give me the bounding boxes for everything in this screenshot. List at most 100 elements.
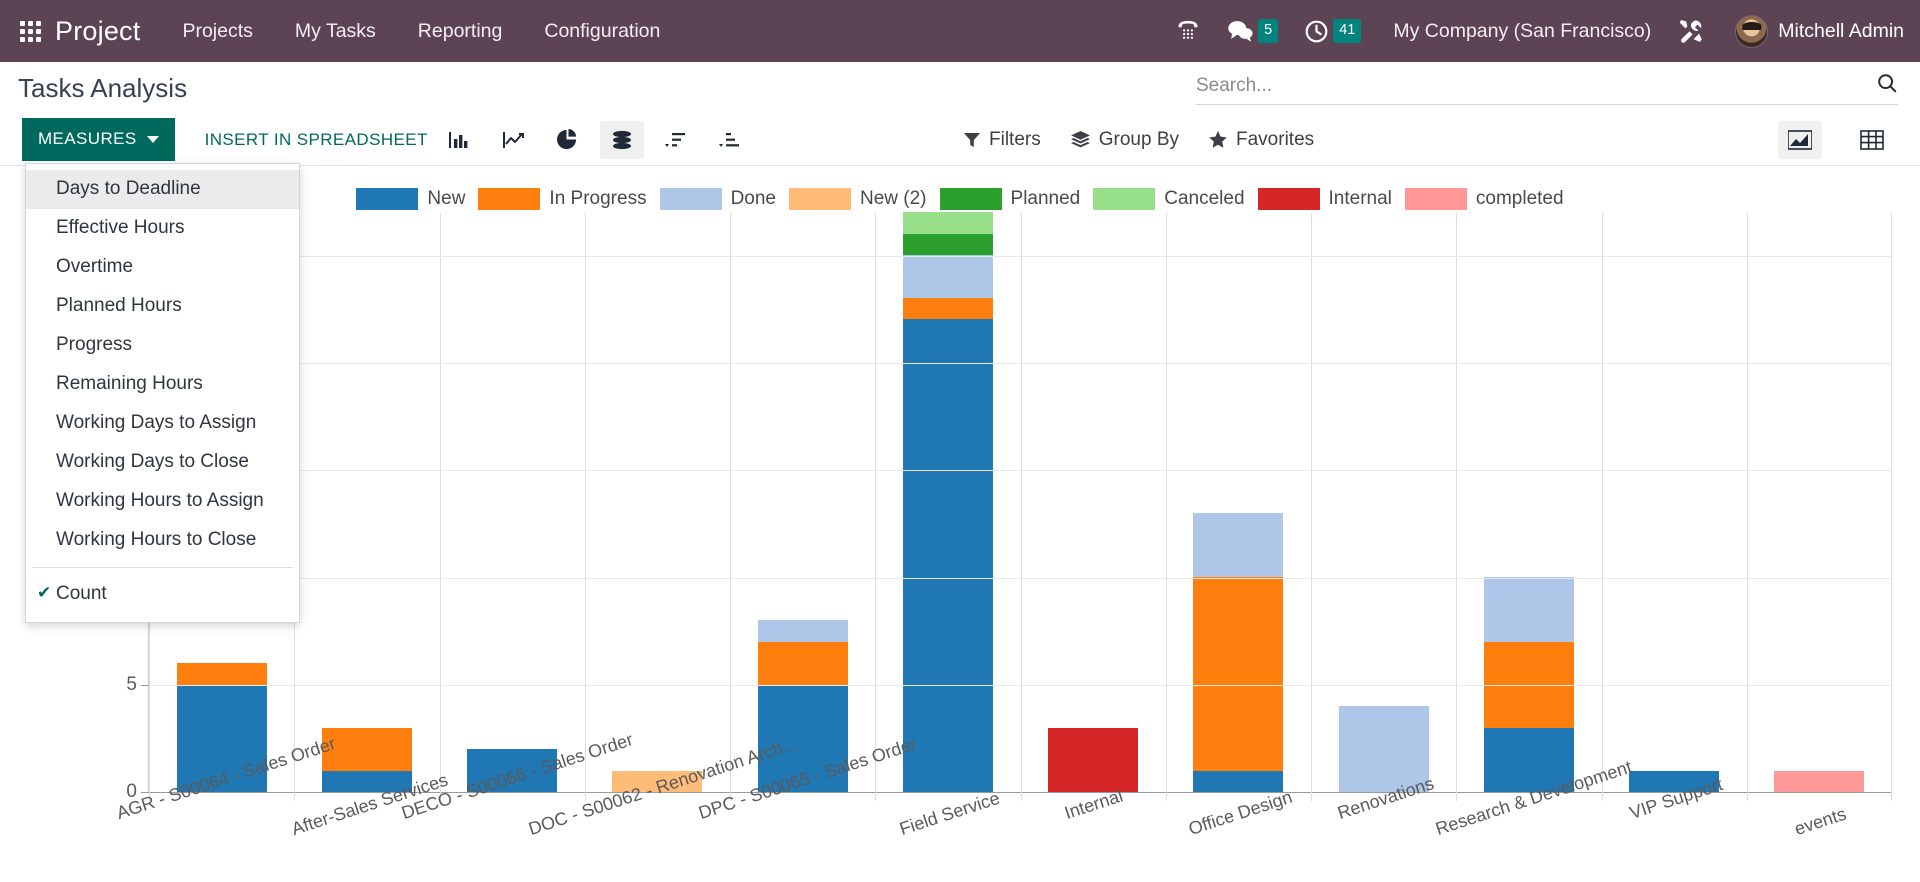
legend-label: New [427,188,466,209]
sort-ascending-icon[interactable] [708,121,752,159]
filter-icon [964,132,980,147]
group-by-label: Group By [1098,128,1179,150]
measure-item-days-to-deadline[interactable]: Days to Deadline [26,170,299,209]
legend-item[interactable]: Done [659,188,776,210]
messages-icon[interactable]: 5 [1227,19,1279,43]
legend-swatch [789,188,851,210]
chart-bar-column[interactable] [439,213,585,801]
bar-segment[interactable] [1193,512,1284,578]
favorites-dropdown[interactable]: Favorites [1209,129,1314,151]
chart-bar-column[interactable] [1746,213,1892,801]
bar-segment[interactable] [1048,727,1139,792]
bar-segment[interactable] [757,620,848,642]
chart-plot-area: 0510152025 [116,212,1892,802]
company-selector[interactable]: My Company (San Francisco) [1393,20,1651,43]
graph-view-icon[interactable] [1778,120,1822,159]
bar-segment[interactable] [902,297,993,320]
measure-item-remaining-hours[interactable]: Remaining Hours [26,365,299,404]
x-axis-label: Office Design [1186,786,1295,840]
avatar[interactable] [1735,14,1769,48]
legend-item[interactable]: New (2) [789,188,927,210]
clock-icon[interactable]: 41 [1304,19,1362,44]
top-navbar: Project Projects My Tasks Reporting Conf… [0,0,1920,62]
bar-segment[interactable] [176,663,267,685]
search-bar[interactable] [1196,72,1898,105]
measure-item-working-hours-to-assign[interactable]: Working Hours to Assign [26,482,299,521]
bar-segment[interactable] [902,319,993,792]
favorites-label: Favorites [1236,128,1315,150]
stacked-bar[interactable] [1193,512,1284,792]
legend-item[interactable]: Planned [939,188,1080,210]
nav-item-my-tasks[interactable]: My Tasks [295,20,376,43]
legend-swatch [478,188,541,210]
filters-dropdown[interactable]: Filters [964,129,1041,151]
chart-bars [149,212,1892,801]
search-input[interactable] [1196,75,1866,97]
stacked-bar[interactable] [1048,727,1139,792]
chart-bar-column[interactable] [1601,213,1747,801]
stacked-bar[interactable] [902,212,993,792]
line-chart-icon[interactable] [492,121,536,159]
measure-item-working-days-to-assign[interactable]: Working Days to Assign [26,404,299,443]
nav-item-configuration[interactable]: Configuration [544,20,660,43]
legend-item[interactable]: Canceled [1093,188,1245,210]
measures-dropdown-menu[interactable]: Days to Deadline Effective Hours Overtim… [25,163,300,623]
measures-button[interactable]: MEASURES [22,118,175,161]
legend-item[interactable]: completed [1404,188,1564,210]
bar-segment[interactable] [757,641,848,685]
bar-segment[interactable] [902,233,993,255]
layers-icon [1070,131,1090,148]
nav-item-reporting[interactable]: Reporting [418,20,503,43]
gridline [149,363,1892,365]
legend-label: completed [1475,188,1564,209]
star-icon [1209,131,1227,148]
bar-chart-icon[interactable] [438,121,482,159]
stacked-bar[interactable] [321,727,412,792]
chart-bar-column[interactable] [584,213,730,801]
chart-bar-column[interactable] [1165,213,1311,801]
pie-chart-icon[interactable] [546,121,590,159]
bar-segment[interactable] [1483,577,1574,642]
chart-bar-column[interactable] [294,213,439,801]
stacked-bar[interactable] [1774,770,1865,792]
tools-icon[interactable] [1677,17,1705,45]
chart-bar-column[interactable] [1311,213,1456,801]
measure-item-planned-hours[interactable]: Planned Hours [26,287,299,326]
nav-item-projects[interactable]: Projects [182,20,252,43]
gridline [149,470,1892,472]
measure-item-working-hours-to-close[interactable]: Working Hours to Close [26,521,299,560]
legend-item[interactable]: Internal [1257,188,1392,210]
group-by-dropdown[interactable]: Group By [1070,128,1179,151]
bar-segment[interactable] [1774,770,1865,792]
stacked-icon[interactable] [599,120,644,159]
measure-item-count[interactable]: Count [26,575,299,614]
phone-icon[interactable] [1175,18,1201,44]
chart-bar-column[interactable] [875,212,1020,801]
legend-swatch [1257,188,1320,210]
insert-in-spreadsheet-button[interactable]: INSERT IN SPREADSHEET [205,130,428,150]
pivot-view-icon[interactable] [1850,121,1894,159]
bar-segment[interactable] [1193,770,1284,792]
apps-grid-icon[interactable] [20,20,41,42]
app-brand-project[interactable]: Project [55,16,140,47]
legend-label: Done [730,188,776,209]
measure-item-overtime[interactable]: Overtime [26,248,299,287]
legend-item[interactable]: In Progress [478,188,647,210]
column-divider [1020,213,1022,801]
bar-segment[interactable] [1193,577,1284,771]
measure-item-effective-hours[interactable]: Effective Hours [26,209,299,248]
username-label[interactable]: Mitchell Admin [1778,20,1904,43]
measure-item-progress[interactable]: Progress [26,326,299,365]
chart-bar-column[interactable] [1456,213,1601,801]
bar-segment[interactable] [902,212,993,234]
bar-segment[interactable] [902,255,993,298]
search-icon[interactable] [1876,72,1898,100]
column-divider [584,213,586,801]
legend-item[interactable]: New [356,188,465,210]
sort-descending-icon[interactable] [654,121,698,159]
chart-bar-column[interactable] [730,213,875,801]
chart-bar-column[interactable] [1020,213,1166,801]
control-panel-top: Tasks Analysis [0,62,1920,114]
column-divider [1601,213,1603,801]
measure-item-working-days-to-close[interactable]: Working Days to Close [26,443,299,482]
